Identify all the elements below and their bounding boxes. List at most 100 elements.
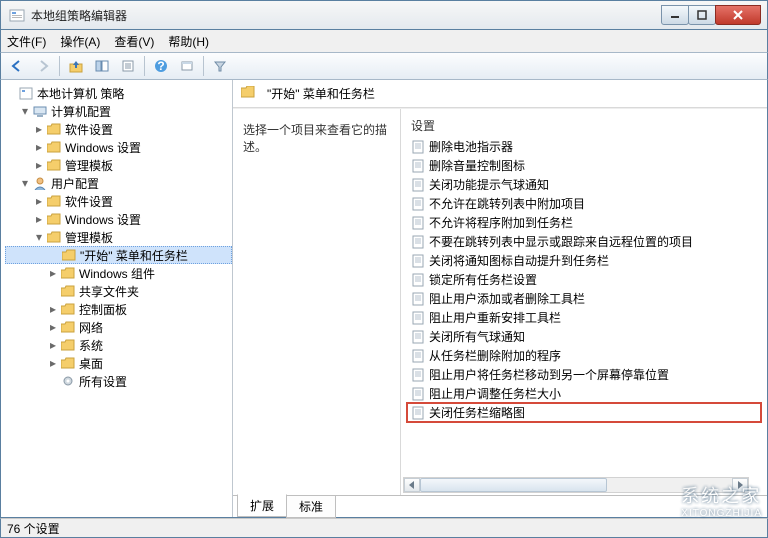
tree-label: 桌面 (79, 355, 103, 372)
expand-icon[interactable]: ▸ (47, 356, 59, 370)
tree-item-start-taskbar[interactable]: ▸ "开始" 菜单和任务栏 (5, 246, 232, 264)
setting-icon (411, 159, 425, 173)
tree-item[interactable]: ▸ 管理模板 (5, 156, 232, 174)
collapse-icon[interactable]: ▾ (33, 230, 45, 244)
scroll-left-button[interactable] (404, 478, 420, 492)
expand-icon[interactable]: ▸ (47, 338, 59, 352)
menu-view[interactable]: 查看(V) (114, 33, 154, 50)
setting-label: 关闭将通知图标自动提升到任务栏 (429, 252, 609, 269)
maximize-button[interactable] (688, 5, 716, 25)
settings-list-scroll[interactable]: 删除电池指示器 删除音量控制图标 关闭功能提示气球通知 不允许在跳转列表中附加项… (401, 135, 767, 495)
setting-row[interactable]: 删除电池指示器 (407, 137, 761, 156)
tree-item[interactable]: ▸ Windows 设置 (5, 210, 232, 228)
setting-row[interactable]: 关闭任务栏缩略图 (407, 403, 761, 422)
tree-item[interactable]: ▸ Windows 设置 (5, 138, 232, 156)
setting-row[interactable]: 从任务栏删除附加的程序 (407, 346, 761, 365)
folder-icon (60, 265, 76, 281)
scroll-right-button[interactable] (732, 478, 748, 492)
close-button[interactable] (715, 5, 761, 25)
tree-pane[interactable]: ▸ 本地计算机 策略 ▾ 计算机配置 ▸ 软件设置 ▸ Windows 设置 ▸… (1, 80, 233, 517)
setting-row[interactable]: 不要在跳转列表中显示或跟踪来自远程位置的项目 (407, 232, 761, 251)
menu-file[interactable]: 文件(F) (7, 33, 46, 50)
toolbar: ? (0, 52, 768, 80)
tree-label: 本地计算机 策略 (37, 85, 124, 102)
tree-admin-templates[interactable]: ▾ 管理模板 (5, 228, 232, 246)
tree-root[interactable]: ▸ 本地计算机 策略 (5, 84, 232, 102)
toolbar-separator (203, 56, 204, 76)
status-bar: 76 个设置 (0, 518, 768, 538)
tree-item[interactable]: ▸ 软件设置 (5, 192, 232, 210)
toolbar-separator (59, 56, 60, 76)
tree-label: "开始" 菜单和任务栏 (80, 247, 188, 264)
column-header-setting[interactable]: 设置 (401, 109, 767, 135)
setting-row[interactable]: 阻止用户重新安排工具栏 (407, 308, 761, 327)
status-count: 76 个设置 (7, 520, 60, 537)
setting-row[interactable]: 锁定所有任务栏设置 (407, 270, 761, 289)
back-button[interactable] (5, 55, 29, 77)
expand-icon[interactable]: ▸ (33, 122, 45, 136)
setting-row[interactable]: 阻止用户调整任务栏大小 (407, 384, 761, 403)
filter-button[interactable] (208, 55, 232, 77)
tree-item-control-panel[interactable]: ▸ 控制面板 (5, 300, 232, 318)
tree-label: 软件设置 (65, 121, 113, 138)
scroll-track[interactable] (420, 478, 732, 492)
tab-extended[interactable]: 扩展 (237, 494, 287, 517)
window-controls (662, 5, 761, 25)
setting-label: 关闭任务栏缩略图 (429, 404, 525, 421)
horizontal-scrollbar[interactable] (403, 477, 749, 493)
expand-icon[interactable]: ▸ (47, 302, 59, 316)
expand-icon[interactable]: ▸ (33, 194, 45, 208)
tree-item-system[interactable]: ▸ 系统 (5, 336, 232, 354)
menu-help[interactable]: 帮助(H) (168, 33, 209, 50)
tree-item-win-components[interactable]: ▸ Windows 组件 (5, 264, 232, 282)
expand-icon[interactable]: ▸ (33, 212, 45, 226)
setting-row[interactable]: 不允许在跳转列表中附加项目 (407, 194, 761, 213)
setting-row[interactable]: 关闭功能提示气球通知 (407, 175, 761, 194)
scroll-thumb[interactable] (420, 478, 607, 492)
expand-icon[interactable]: ▸ (47, 266, 59, 280)
collapse-icon[interactable]: ▾ (19, 176, 31, 190)
tree-item-all-settings[interactable]: ▸ 所有设置 (5, 372, 232, 390)
settings-list: 删除电池指示器 删除音量控制图标 关闭功能提示气球通知 不允许在跳转列表中附加项… (401, 135, 767, 428)
show-hide-tree-button[interactable] (90, 55, 114, 77)
tree-item-desktop[interactable]: ▸ 桌面 (5, 354, 232, 372)
setting-row[interactable]: 关闭将通知图标自动提升到任务栏 (407, 251, 761, 270)
setting-label: 不允许将程序附加到任务栏 (429, 214, 573, 231)
tree-label: Windows 设置 (65, 139, 141, 156)
setting-label: 锁定所有任务栏设置 (429, 271, 537, 288)
description-prompt: 选择一个项目来查看它的描述。 (243, 123, 387, 154)
expand-icon[interactable]: ▸ (33, 158, 45, 172)
tree-item-network[interactable]: ▸ 网络 (5, 318, 232, 336)
setting-row[interactable]: 关闭所有气球通知 (407, 327, 761, 346)
expand-icon[interactable]: ▸ (33, 140, 45, 154)
settings-column: 设置 删除电池指示器 删除音量控制图标 关闭功能提示气球通知 不允许在跳转列表中… (401, 109, 767, 495)
tree-item[interactable]: ▸ 软件设置 (5, 120, 232, 138)
setting-row[interactable]: 阻止用户将任务栏移动到另一个屏幕停靠位置 (407, 365, 761, 384)
options-button[interactable] (175, 55, 199, 77)
setting-label: 阻止用户添加或者删除工具栏 (429, 290, 585, 307)
folder-icon (60, 319, 76, 335)
setting-label: 不允许在跳转列表中附加项目 (429, 195, 585, 212)
tree-computer-config[interactable]: ▾ 计算机配置 (5, 102, 232, 120)
help-button[interactable]: ? (149, 55, 173, 77)
setting-row[interactable]: 不允许将程序附加到任务栏 (407, 213, 761, 232)
tree-user-config[interactable]: ▾ 用户配置 (5, 174, 232, 192)
tab-standard[interactable]: 标准 (286, 496, 336, 518)
collapse-icon[interactable]: ▾ (19, 104, 31, 118)
forward-button[interactable] (31, 55, 55, 77)
expand-icon[interactable]: ▸ (47, 320, 59, 334)
window-title: 本地组策略编辑器 (31, 7, 662, 24)
menu-bar: 文件(F) 操作(A) 查看(V) 帮助(H) (0, 30, 768, 52)
content-title: "开始" 菜单和任务栏 (267, 85, 375, 102)
properties-button[interactable] (116, 55, 140, 77)
minimize-button[interactable] (661, 5, 689, 25)
tree-item-shared-folders[interactable]: ▸ 共享文件夹 (5, 282, 232, 300)
setting-row[interactable]: 阻止用户添加或者删除工具栏 (407, 289, 761, 308)
app-icon (9, 7, 25, 23)
up-level-button[interactable] (64, 55, 88, 77)
tree-label: 系统 (79, 337, 103, 354)
setting-row[interactable]: 删除音量控制图标 (407, 156, 761, 175)
folder-icon (46, 121, 62, 137)
setting-icon (411, 387, 425, 401)
menu-action[interactable]: 操作(A) (60, 33, 100, 50)
